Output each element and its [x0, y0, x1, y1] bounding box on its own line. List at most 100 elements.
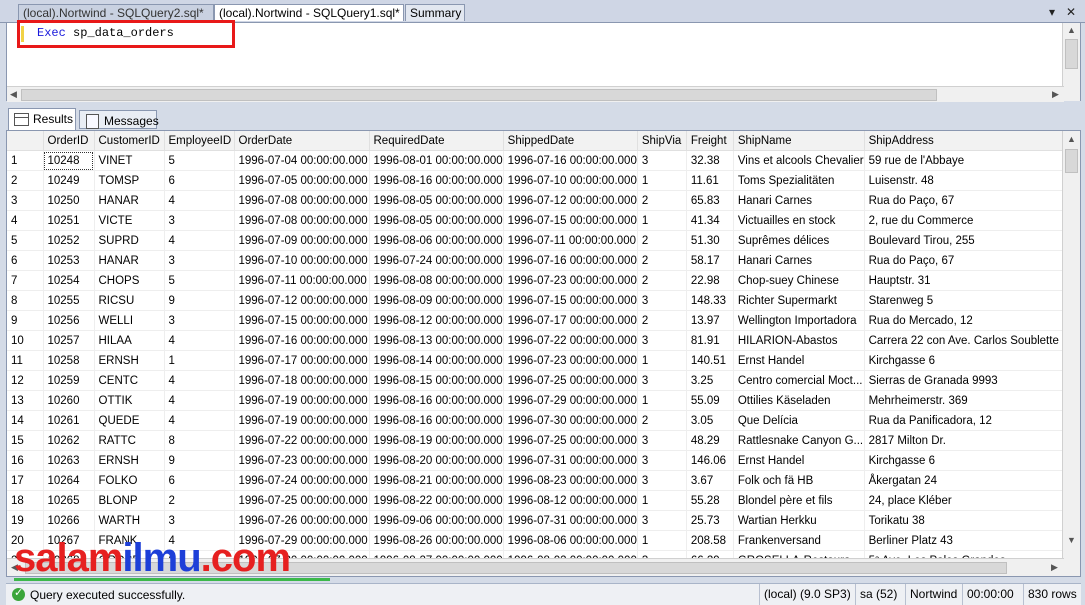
table-row[interactable]: 9 10256 WELLI 3 1996-07-15 00:00:00.000 1996-…	[7, 310, 1080, 331]
cell-shipped-date[interactable]: 1996-07-25 00:00:00.000	[503, 370, 638, 391]
cell-ship-name[interactable]: Ottilies Käseladen	[733, 390, 865, 411]
cell-freight[interactable]: 58.17	[686, 250, 734, 271]
cell-freight[interactable]: 208.58	[686, 530, 734, 551]
cell-customer-id[interactable]: ERNSH	[94, 450, 165, 471]
column-header-ship-name[interactable]: ShipName	[733, 131, 865, 151]
cell-ship-address[interactable]: 2817 Milton Dr.	[864, 430, 1080, 451]
cell-row-number[interactable]: 1	[7, 150, 44, 171]
grid-vertical-scrollbar[interactable]: ▲ ▼	[1062, 131, 1080, 576]
cell-ship-name[interactable]: Richter Supermarkt	[733, 290, 865, 311]
cell-ship-name[interactable]: Suprêmes délices	[733, 230, 865, 251]
cell-freight[interactable]: 41.34	[686, 210, 734, 231]
cell-required-date[interactable]: 1996-08-15 00:00:00.000	[369, 370, 504, 391]
cell-order-date[interactable]: 1996-07-05 00:00:00.000	[234, 170, 370, 191]
cell-required-date[interactable]: 1996-08-12 00:00:00.000	[369, 310, 504, 331]
scroll-left-icon[interactable]: ◀	[10, 89, 17, 100]
cell-order-id[interactable]: 10251	[43, 210, 95, 231]
table-row[interactable]: 1 10248 VINET 5 1996-07-04 00:00:00.000 1996-…	[7, 150, 1080, 171]
cell-ship-address[interactable]: Hauptstr. 31	[864, 270, 1080, 291]
cell-ship-via[interactable]: 3	[637, 150, 687, 171]
column-header-shipped-date[interactable]: ShippedDate	[503, 131, 638, 151]
cell-required-date[interactable]: 1996-08-09 00:00:00.000	[369, 290, 504, 311]
cell-row-number[interactable]: 12	[7, 370, 44, 391]
tab-sqlquery1[interactable]: (local).Nortwind - SQLQuery1.sql*	[214, 4, 404, 21]
cell-required-date[interactable]: 1996-07-24 00:00:00.000	[369, 250, 504, 271]
cell-shipped-date[interactable]: 1996-07-31 00:00:00.000	[503, 450, 638, 471]
cell-ship-address[interactable]: Kirchgasse 6	[864, 450, 1080, 471]
editor-horizontal-scrollbar[interactable]: ◀ ▶	[7, 86, 1064, 102]
cell-required-date[interactable]: 1996-08-21 00:00:00.000	[369, 470, 504, 491]
cell-ship-address[interactable]: Kirchgasse 6	[864, 350, 1080, 371]
cell-ship-via[interactable]: 2	[637, 310, 687, 331]
cell-ship-via[interactable]: 3	[637, 330, 687, 351]
cell-row-number[interactable]: 14	[7, 410, 44, 431]
cell-ship-name[interactable]: Rattlesnake Canyon G...	[733, 430, 865, 451]
cell-row-number[interactable]: 16	[7, 450, 44, 471]
cell-ship-via[interactable]: 3	[637, 510, 687, 531]
cell-shipped-date[interactable]: 1996-07-17 00:00:00.000	[503, 310, 638, 331]
cell-employee-id[interactable]: 6	[164, 470, 235, 491]
cell-employee-id[interactable]: 2	[164, 490, 235, 511]
cell-ship-name[interactable]: Blondel père et fils	[733, 490, 865, 511]
cell-order-date[interactable]: 1996-07-09 00:00:00.000	[234, 230, 370, 251]
cell-customer-id[interactable]: CHOPS	[94, 270, 165, 291]
table-row[interactable]: 14 10261 QUEDE 4 1996-07-19 00:00:00.000 1996…	[7, 410, 1080, 431]
table-row[interactable]: 7 10254 CHOPS 5 1996-07-11 00:00:00.000 1996-…	[7, 270, 1080, 291]
cell-order-date[interactable]: 1996-07-10 00:00:00.000	[234, 250, 370, 271]
cell-order-date[interactable]: 1996-07-23 00:00:00.000	[234, 450, 370, 471]
cell-row-number[interactable]: 15	[7, 430, 44, 451]
cell-order-date[interactable]: 1996-07-12 00:00:00.000	[234, 290, 370, 311]
cell-ship-via[interactable]: 1	[637, 530, 687, 551]
cell-required-date[interactable]: 1996-08-19 00:00:00.000	[369, 430, 504, 451]
scroll-right-icon[interactable]: ▶	[1052, 89, 1059, 100]
cell-order-date[interactable]: 1996-07-26 00:00:00.000	[234, 510, 370, 531]
cell-row-number[interactable]: 9	[7, 310, 44, 331]
tab-results[interactable]: Results	[8, 108, 76, 130]
cell-customer-id[interactable]: ERNSH	[94, 350, 165, 371]
cell-row-number[interactable]: 19	[7, 510, 44, 531]
cell-order-date[interactable]: 1996-07-22 00:00:00.000	[234, 430, 370, 451]
cell-employee-id[interactable]: 4	[164, 330, 235, 351]
column-header-freight[interactable]: Freight	[686, 131, 734, 151]
cell-order-id[interactable]: 10254	[43, 270, 95, 291]
cell-order-date[interactable]: 1996-07-19 00:00:00.000	[234, 390, 370, 411]
cell-employee-id[interactable]: 3	[164, 210, 235, 231]
cell-ship-address[interactable]: 2, rue du Commerce	[864, 210, 1080, 231]
cell-customer-id[interactable]: WELLI	[94, 310, 165, 331]
cell-customer-id[interactable]: TOMSP	[94, 170, 165, 191]
cell-ship-via[interactable]: 1	[637, 350, 687, 371]
cell-required-date[interactable]: 1996-08-20 00:00:00.000	[369, 450, 504, 471]
cell-ship-via[interactable]: 3	[637, 430, 687, 451]
cell-order-id[interactable]: 10264	[43, 470, 95, 491]
cell-ship-via[interactable]: 3	[637, 470, 687, 491]
cell-ship-via[interactable]: 1	[637, 390, 687, 411]
cell-freight[interactable]: 55.09	[686, 390, 734, 411]
cell-row-number[interactable]: 3	[7, 190, 44, 211]
cell-ship-name[interactable]: Ernst Handel	[733, 350, 865, 371]
cell-ship-name[interactable]: Chop-suey Chinese	[733, 270, 865, 291]
cell-shipped-date[interactable]: 1996-07-29 00:00:00.000	[503, 390, 638, 411]
cell-freight[interactable]: 3.67	[686, 470, 734, 491]
cell-customer-id[interactable]: RICSU	[94, 290, 165, 311]
cell-order-id[interactable]: 10253	[43, 250, 95, 271]
cell-customer-id[interactable]: WARTH	[94, 510, 165, 531]
cell-row-number[interactable]: 6	[7, 250, 44, 271]
cell-order-id[interactable]: 10266	[43, 510, 95, 531]
cell-ship-name[interactable]: Toms Spezialitäten	[733, 170, 865, 191]
cell-order-date[interactable]: 1996-07-19 00:00:00.000	[234, 410, 370, 431]
cell-order-id[interactable]: 10256	[43, 310, 95, 331]
table-row[interactable]: 4 10251 VICTE 3 1996-07-08 00:00:00.000 1996-…	[7, 210, 1080, 231]
cell-required-date[interactable]: 1996-08-14 00:00:00.000	[369, 350, 504, 371]
cell-shipped-date[interactable]: 1996-08-06 00:00:00.000	[503, 530, 638, 551]
cell-ship-name[interactable]: Hanari Carnes	[733, 250, 865, 271]
table-row[interactable]: 16 10263 ERNSH 9 1996-07-23 00:00:00.000 1996…	[7, 450, 1080, 471]
cell-employee-id[interactable]: 4	[164, 370, 235, 391]
cell-ship-via[interactable]: 3	[637, 370, 687, 391]
table-row[interactable]: 17 10264 FOLKO 6 1996-07-24 00:00:00.000 1996…	[7, 470, 1080, 491]
cell-ship-via[interactable]: 2	[637, 250, 687, 271]
cell-row-number[interactable]: 10	[7, 330, 44, 351]
cell-ship-name[interactable]: Wartian Herkku	[733, 510, 865, 531]
cell-customer-id[interactable]: CENTC	[94, 370, 165, 391]
cell-required-date[interactable]: 1996-08-05 00:00:00.000	[369, 210, 504, 231]
cell-order-id[interactable]: 10263	[43, 450, 95, 471]
